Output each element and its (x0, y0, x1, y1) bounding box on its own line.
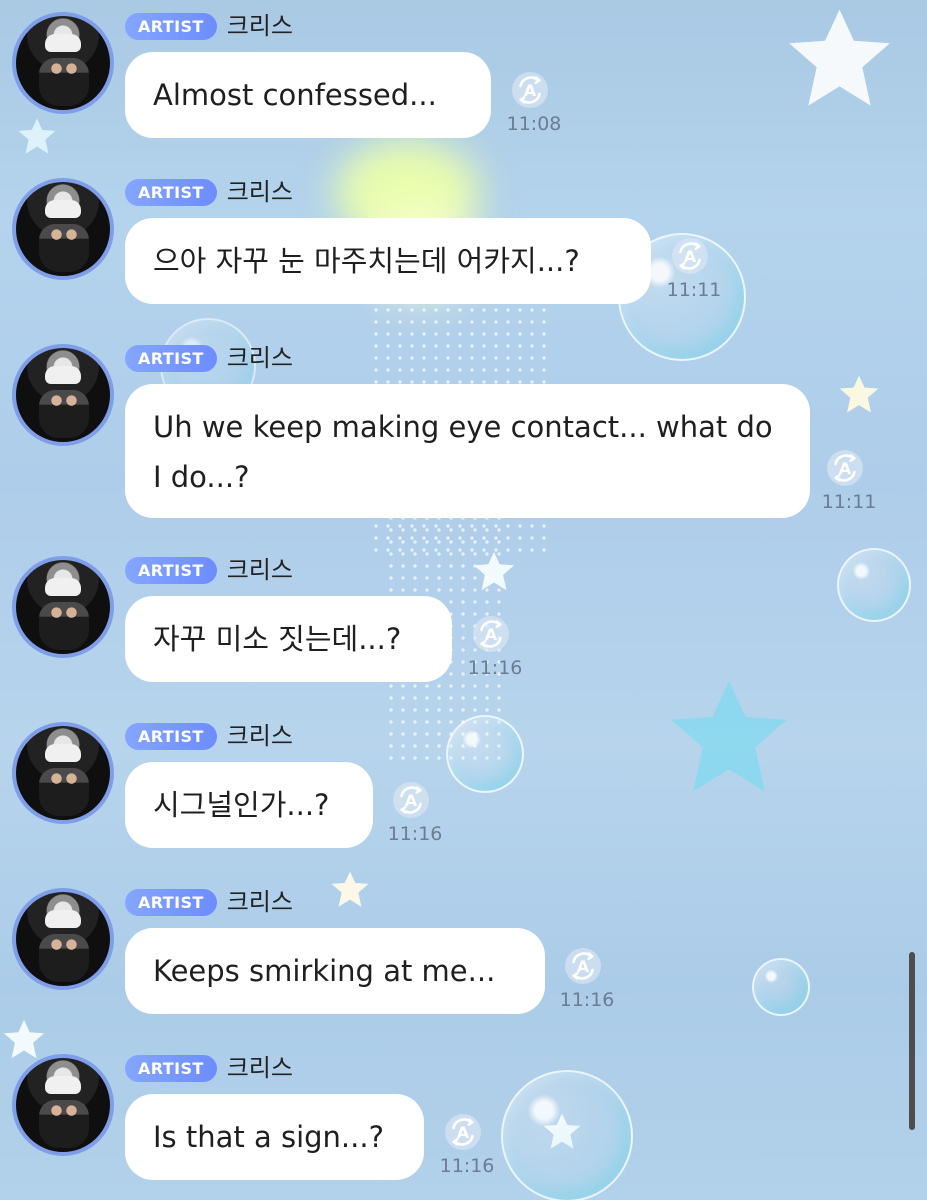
message-side-info: A 11:16 (435, 1112, 499, 1184)
artist-avatar[interactable] (12, 1054, 114, 1156)
translate-icon[interactable]: A (391, 780, 431, 820)
message-meta: ARTIST 크리스 (125, 888, 293, 916)
scrollbar-thumb[interactable] (909, 952, 915, 1130)
message-bubble[interactable]: Almost confessed... (125, 52, 491, 138)
artist-badge: ARTIST (125, 344, 217, 372)
translate-icon[interactable]: A (825, 448, 865, 488)
message-time: 11:16 (387, 823, 443, 845)
message-time: 11:16 (467, 657, 523, 679)
artist-badge: ARTIST (125, 178, 217, 206)
chat-feed: ARTIST 크리스 Almost confessed... A 11:08 A… (0, 0, 927, 1200)
artist-avatar[interactable] (12, 888, 114, 990)
message-bubble[interactable]: 으아 자꾸 눈 마주치는데 어카지...? (125, 218, 651, 304)
svg-text:A: A (684, 247, 697, 266)
artist-avatar[interactable] (12, 344, 114, 446)
message-side-info: A 11:16 (555, 946, 619, 1018)
translate-icon[interactable]: A (443, 1112, 483, 1152)
svg-text:A: A (839, 459, 852, 478)
message-side-info: A 11:11 (662, 236, 726, 308)
artist-avatar[interactable] (12, 556, 114, 658)
translate-icon[interactable]: A (563, 946, 603, 986)
message-bubble[interactable]: 시그널인가...? (125, 762, 373, 848)
message-time: 11:11 (821, 491, 877, 513)
message-meta: ARTIST 크리스 (125, 722, 293, 750)
sender-name: 크리스 (226, 556, 293, 584)
message-side-info: A 11:11 (817, 448, 881, 520)
message-time: 11:11 (666, 279, 722, 301)
sender-name: 크리스 (226, 344, 293, 372)
sender-name: 크리스 (226, 12, 293, 40)
message-bubble[interactable]: Uh we keep making eye contact... what do… (125, 384, 810, 518)
artist-badge: ARTIST (125, 556, 217, 584)
artist-badge: ARTIST (125, 888, 217, 916)
message-meta: ARTIST 크리스 (125, 1054, 293, 1082)
message-bubble[interactable]: 자꾸 미소 짓는데...? (125, 596, 452, 682)
message-time: 11:16 (559, 989, 615, 1011)
message-meta: ARTIST 크리스 (125, 556, 293, 584)
svg-text:A: A (485, 625, 498, 644)
sender-name: 크리스 (226, 888, 293, 916)
sender-name: 크리스 (226, 178, 293, 206)
svg-text:A: A (405, 791, 418, 810)
message-time: 11:16 (439, 1155, 495, 1177)
sender-name: 크리스 (226, 722, 293, 750)
artist-badge: ARTIST (125, 1054, 217, 1082)
sender-name: 크리스 (226, 1054, 293, 1082)
translate-icon[interactable]: A (670, 236, 710, 276)
artist-avatar[interactable] (12, 722, 114, 824)
translate-icon[interactable]: A (510, 70, 550, 110)
message-side-info: A 11:08 (502, 70, 566, 142)
svg-text:A: A (577, 957, 590, 976)
artist-badge: ARTIST (125, 722, 217, 750)
message-bubble[interactable]: Keeps smirking at me... (125, 928, 545, 1014)
artist-avatar[interactable] (12, 178, 114, 280)
message-meta: ARTIST 크리스 (125, 178, 293, 206)
message-meta: ARTIST 크리스 (125, 12, 293, 40)
svg-text:A: A (457, 1123, 470, 1142)
message-meta: ARTIST 크리스 (125, 344, 293, 372)
message-time: 11:08 (506, 113, 562, 135)
svg-text:A: A (524, 81, 537, 100)
translate-icon[interactable]: A (471, 614, 511, 654)
message-side-info: A 11:16 (383, 780, 447, 852)
artist-badge: ARTIST (125, 12, 217, 40)
message-side-info: A 11:16 (463, 614, 527, 686)
artist-avatar[interactable] (12, 12, 114, 114)
message-bubble[interactable]: Is that a sign...? (125, 1094, 424, 1180)
